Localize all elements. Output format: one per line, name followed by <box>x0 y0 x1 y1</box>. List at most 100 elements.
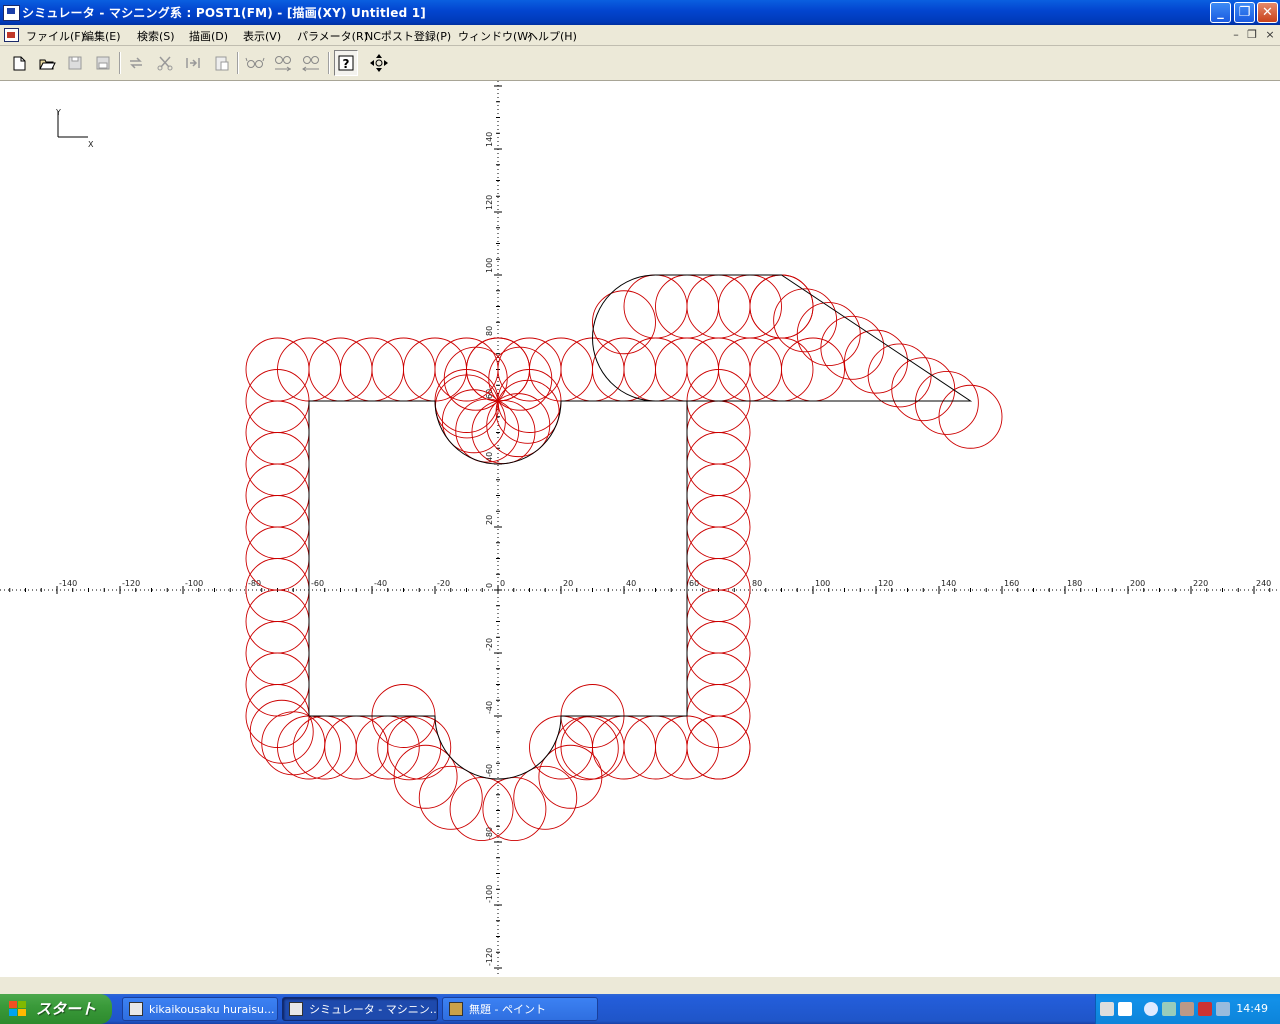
workpiece-contour <box>308 274 973 780</box>
toolbar-separator <box>328 52 330 74</box>
menu-nc-post[interactable]: NCポスト登録(P) <box>365 28 451 44</box>
view-glasses-button[interactable] <box>243 50 267 76</box>
view-glasses-back-button[interactable] <box>299 50 323 76</box>
mdi-minimize-button[interactable]: – <box>1229 28 1243 42</box>
clock: 14:49 <box>1236 1002 1268 1015</box>
x-tick-label: 200 <box>1130 579 1145 588</box>
y-tick-label: -100 <box>485 885 494 903</box>
tool-circle <box>449 777 514 842</box>
move-arrows-icon <box>370 54 388 72</box>
task-simulator[interactable]: シミュレータ - マシニン... <box>282 997 438 1021</box>
open-file-button[interactable] <box>35 50 59 76</box>
expand-tray-icon[interactable] <box>1144 1002 1158 1016</box>
windows-flag-icon <box>9 1001 26 1016</box>
tool-circle <box>592 290 656 355</box>
menu-window[interactable]: ウィンドウ(W) <box>458 28 532 44</box>
tool-circle <box>891 357 956 422</box>
menu-parameter[interactable]: パラメータ(R) <box>297 28 368 44</box>
menu-bar: ファイル(F) 編集(E) 検索(S) 描画(D) 表示(V) パラメータ(R)… <box>0 25 1280 46</box>
y-tick-label: 120 <box>485 195 494 210</box>
x-tick-label: 140 <box>941 579 956 588</box>
mdi-restore-button[interactable]: ❐ <box>1245 28 1259 42</box>
mdi-close-button[interactable]: × <box>1263 28 1277 42</box>
window-title: シミュレータ - マシニング系 : POST1(FM) - [描画(XY) Un… <box>22 6 426 20</box>
svg-text:?: ? <box>343 57 350 71</box>
toolbar-separator <box>237 52 239 74</box>
redo-button[interactable] <box>124 50 148 76</box>
axes <box>0 81 1280 976</box>
glasses-forward-icon <box>275 56 291 72</box>
title-bar[interactable]: シミュレータ - マシニング系 : POST1(FM) - [描画(XY) Un… <box>0 0 1280 25</box>
keyboard-icon[interactable] <box>1100 1002 1114 1016</box>
menu-search[interactable]: 検索(S) <box>137 28 175 44</box>
menu-view[interactable]: 表示(V) <box>243 28 281 44</box>
clipboard-icon <box>215 56 229 71</box>
toolbar-separator <box>119 52 121 74</box>
new-file-icon <box>13 56 26 71</box>
x-tick-label: 80 <box>752 579 762 588</box>
y-tick-label: -40 <box>485 701 494 714</box>
x-tick-label: 160 <box>1004 579 1019 588</box>
view-glasses-forward-button[interactable] <box>271 50 295 76</box>
restore-button[interactable]: ❐ <box>1234 2 1255 23</box>
tool-circle <box>773 288 838 353</box>
tool-circle <box>938 384 1003 449</box>
taskbar: スタート kikaikousaku huraisu... シミュレータ - マシ… <box>0 994 1280 1024</box>
document-icon[interactable] <box>4 28 19 42</box>
shield-icon[interactable] <box>1198 1002 1212 1016</box>
cut-button[interactable] <box>153 50 177 76</box>
move-view-button[interactable] <box>367 50 391 76</box>
mirror-icon <box>186 58 200 68</box>
task-paint[interactable]: 無題 - ペイント <box>442 997 598 1021</box>
menu-help[interactable]: ヘルプ(H) <box>527 28 577 44</box>
toolbar: ? <box>0 46 1280 81</box>
monitor-icon[interactable] <box>1216 1002 1230 1016</box>
y-axis-ticks: 140120100806040200-20-40-60-80-100-120 <box>485 132 494 966</box>
minimize-button[interactable]: _ <box>1210 2 1231 23</box>
security-icon[interactable] <box>1180 1002 1194 1016</box>
glasses-back-icon <box>302 56 319 72</box>
y-tick-label: -60 <box>485 764 494 777</box>
coordinate-indicator: Y X <box>55 108 94 149</box>
save-button[interactable] <box>63 50 87 76</box>
toolpath-plot[interactable]: Y X -140 -120 -100 -80 -60 -40 -20 0 20 40 60 80 100… <box>0 81 1280 976</box>
x-tick-label: 60 <box>689 579 699 588</box>
menu-file[interactable]: ファイル(F) <box>26 28 85 44</box>
task-label: kikaikousaku huraisu... <box>149 1003 275 1016</box>
new-file-button[interactable] <box>7 50 31 76</box>
y-tick-label: -120 <box>485 948 494 966</box>
x-tick-label: 20 <box>563 579 573 588</box>
x-tick-label: 220 <box>1193 579 1208 588</box>
task-kikaikousaku[interactable]: kikaikousaku huraisu... <box>122 997 278 1021</box>
help-tray-icon[interactable] <box>1118 1002 1132 1016</box>
x-tick-label: -140 <box>59 579 77 588</box>
y-tick-label: 100 <box>485 258 494 273</box>
task-label: 無題 - ペイント <box>469 1003 546 1016</box>
y-axis-indicator-label: Y <box>55 108 61 117</box>
tool-circle <box>554 716 619 781</box>
start-label: スタート <box>36 1000 97 1018</box>
start-button[interactable]: スタート <box>0 994 112 1024</box>
y-tick-label: 140 <box>485 132 494 147</box>
menu-draw[interactable]: 描画(D) <box>189 28 228 44</box>
status-bar <box>0 976 1280 995</box>
glasses-icon <box>245 57 265 68</box>
menu-edit[interactable]: 編集(E) <box>83 28 121 44</box>
scissors-icon <box>157 56 173 71</box>
document-icon <box>129 1002 143 1016</box>
close-button[interactable]: ✕ <box>1257 2 1278 23</box>
app-icon[interactable] <box>3 5 20 21</box>
help-button[interactable]: ? <box>334 50 358 76</box>
network-icon[interactable] <box>1162 1002 1176 1016</box>
save-as-disk-icon <box>96 56 110 70</box>
x-tick-label: -20 <box>437 579 450 588</box>
paste-button[interactable] <box>209 50 233 76</box>
x-tick-label: 40 <box>626 579 636 588</box>
mirror-button[interactable] <box>181 50 205 76</box>
drawing-canvas[interactable]: Y X -140 -120 -100 -80 -60 -40 -20 0 20 40 60 80 100… <box>0 81 1280 976</box>
y-tick-label: 0 <box>485 583 494 588</box>
x-tick-label: -60 <box>311 579 324 588</box>
y-tick-label: 20 <box>485 515 494 525</box>
x-tick-label: 100 <box>815 579 830 588</box>
save-as-button[interactable] <box>91 50 115 76</box>
